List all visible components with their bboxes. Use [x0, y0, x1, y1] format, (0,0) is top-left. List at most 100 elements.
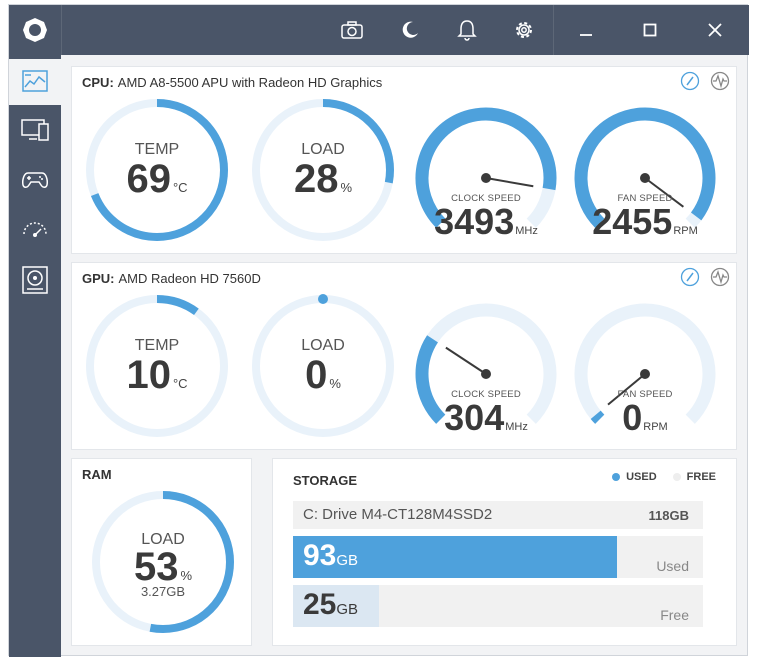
- legend-used: USED: [612, 471, 657, 483]
- pulse-icon: [710, 71, 730, 91]
- drive-row[interactable]: C: Drive M4-CT128M4SSD2 118GB: [293, 501, 703, 529]
- gpu-load-gauge: LOAD 0%: [248, 291, 398, 441]
- ram-panel: RAM LOAD 53% 3.27GB: [71, 458, 252, 646]
- gpu-temp-value: 10: [126, 353, 171, 397]
- gpu-fan-unit: RPM: [643, 421, 668, 433]
- free-readout: 25GB: [303, 588, 358, 622]
- free-tag: Free: [660, 607, 689, 623]
- gpu-clock-dial: CLOCK SPEED 304MHz: [411, 291, 561, 441]
- cpu-clock-unit: MHz: [515, 225, 538, 237]
- cpu-load-unit: %: [340, 180, 353, 195]
- gpu-temp-readout: 10 °C: [82, 353, 232, 398]
- storage-title: STORAGE: [293, 473, 358, 488]
- cpu-panel: CPU: AMD A8-5500 APU with Radeon HD Graph…: [71, 66, 737, 254]
- cpu-temp-readout: 69 °C: [82, 157, 232, 202]
- used-unit: GB: [336, 552, 359, 569]
- gpu-fan-dial: FAN SPEED 0RPM: [570, 291, 720, 441]
- gpu-temp-unit: °C: [172, 376, 188, 391]
- cpu-clock-readout: 3493MHz: [411, 201, 561, 243]
- speedometer-icon: [23, 222, 47, 237]
- app-window: CPU: AMD A8-5500 APU with Radeon HD Graph…: [8, 4, 749, 657]
- dashboard-icon: [22, 70, 48, 92]
- gamepad-icon: [22, 172, 48, 188]
- storage-legend: USED FREE: [612, 471, 716, 483]
- title-separator: [61, 5, 62, 55]
- minimize-icon: [580, 34, 592, 36]
- cpu-clock-value: 3493: [434, 201, 515, 242]
- sidebar-item-gaming[interactable]: [9, 157, 61, 203]
- sidebar-item-overclock[interactable]: [9, 207, 61, 253]
- ram-load-unit: %: [180, 568, 193, 583]
- minimize-button[interactable]: [554, 5, 618, 55]
- sidebar-item-storage[interactable]: [9, 257, 61, 303]
- cpu-label: CPU:: [82, 75, 114, 90]
- pulse-icon: [710, 267, 730, 287]
- maximize-icon: [643, 23, 657, 37]
- cpu-load-value: 28: [293, 157, 339, 201]
- drive-name: C: Drive M4-CT128M4SSD2: [303, 506, 493, 523]
- legend-free: FREE: [672, 471, 716, 483]
- sidebar: [9, 55, 61, 657]
- sidebar-item-dashboard[interactable]: [9, 59, 61, 105]
- gpu-fan-readout: 0RPM: [570, 397, 720, 439]
- cpu-temp-value: 69: [126, 157, 171, 201]
- maximize-button[interactable]: [618, 5, 682, 55]
- legend-used-dot: [612, 473, 621, 481]
- cpu-tools: [680, 71, 730, 91]
- gpu-temp-gauge: TEMP 10 °C: [82, 291, 232, 441]
- gpu-load-value: 0: [305, 353, 328, 397]
- gear-icon[interactable]: [511, 17, 537, 43]
- cpu-gauge-view-button[interactable]: [680, 71, 700, 91]
- gauge-icon: [680, 71, 700, 91]
- gpu-clock-value: 304: [444, 397, 505, 438]
- gpu-model: AMD Radeon HD 7560D: [118, 271, 261, 286]
- cpu-load-readout: 28%: [248, 157, 398, 202]
- close-button[interactable]: [683, 5, 747, 55]
- gpu-fan-value: 0: [622, 397, 643, 438]
- ram-load-gauge: LOAD 53% 3.27GB: [88, 487, 238, 637]
- title-bar: [9, 5, 749, 55]
- cpu-model: AMD A8-5500 APU with Radeon HD Graphics: [117, 75, 383, 90]
- free-unit: GB: [336, 601, 359, 618]
- app-logo-icon[interactable]: [9, 5, 61, 55]
- camera-icon[interactable]: [339, 17, 365, 43]
- ram-used-amount: 3.27GB: [140, 584, 186, 599]
- used-tag: Used: [656, 558, 689, 574]
- cpu-temp-unit: °C: [172, 180, 188, 195]
- cpu-fan-unit: RPM: [673, 225, 698, 237]
- cpu-clock-dial: CLOCK SPEED 3493MHz: [411, 95, 561, 245]
- gpu-load-readout: 0%: [248, 353, 398, 398]
- gpu-clock-readout: 304MHz: [411, 397, 561, 439]
- gpu-label: GPU:: [82, 271, 115, 286]
- free-value: 25: [303, 588, 337, 621]
- used-readout: 93GB: [303, 539, 358, 573]
- cpu-graph-view-button[interactable]: [710, 71, 730, 91]
- gpu-clock-unit: MHz: [505, 421, 528, 433]
- used-value: 93: [303, 539, 337, 572]
- bell-icon[interactable]: [454, 17, 480, 43]
- legend-free-dot: [672, 473, 681, 481]
- ram-load-value: 53: [133, 545, 179, 589]
- cpu-fan-readout: 2455RPM: [570, 201, 720, 243]
- gpu-gauge-view-button[interactable]: [680, 267, 700, 287]
- gpu-graph-view-button[interactable]: [710, 267, 730, 287]
- sidebar-item-monitor[interactable]: [9, 107, 61, 153]
- close-icon: [708, 23, 722, 37]
- used-bar: 93GB Used: [293, 536, 703, 578]
- storage-panel: STORAGE USED FREE C: Drive M4-CT128M4SSD…: [272, 458, 737, 646]
- legend-used-label: USED: [626, 471, 657, 483]
- monitor-icon: [21, 119, 49, 141]
- legend-free-label: FREE: [686, 471, 716, 483]
- gauge-icon: [680, 267, 700, 287]
- gpu-load-unit: %: [329, 376, 341, 391]
- free-bar: 25GB Free: [293, 585, 703, 627]
- cpu-temp-gauge: TEMP 69 °C: [82, 95, 232, 245]
- cpu-fan-dial: FAN SPEED 2455RPM: [570, 95, 720, 245]
- cpu-load-gauge: LOAD 28%: [248, 95, 398, 245]
- cpu-title: CPU: AMD A8-5500 APU with Radeon HD Graph…: [82, 75, 382, 90]
- gpu-title: GPU: AMD Radeon HD 7560D: [82, 271, 261, 286]
- gpu-tools: [680, 267, 730, 287]
- ram-title: RAM: [82, 467, 112, 482]
- cpu-fan-value: 2455: [592, 201, 673, 242]
- moon-icon[interactable]: [397, 17, 423, 43]
